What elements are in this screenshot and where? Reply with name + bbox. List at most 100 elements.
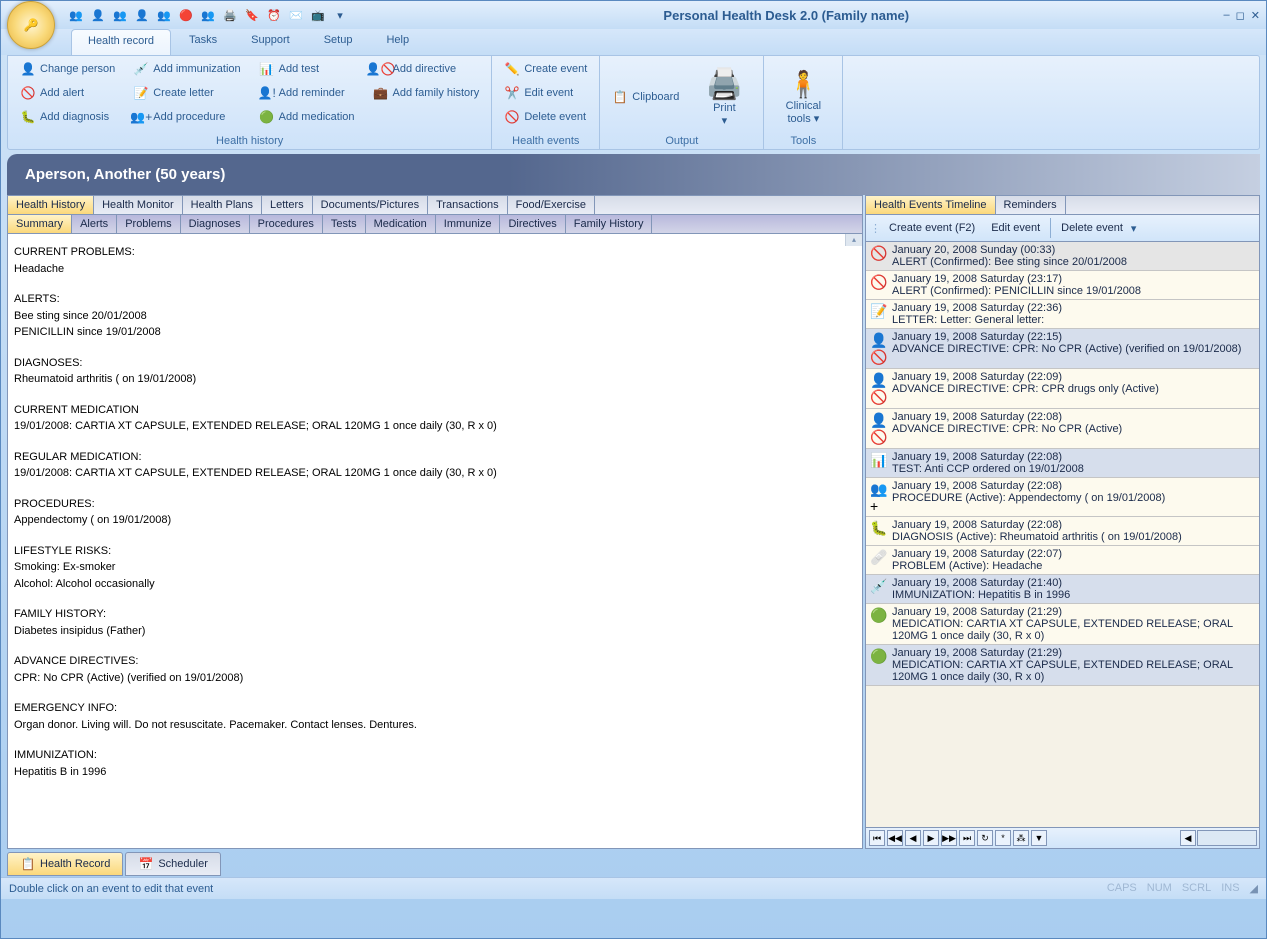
timeline-row[interactable]: 👤🚫January 19, 2008 Saturday (22:08)ADVAN…: [866, 409, 1259, 449]
sub-tab[interactable]: Immunize: [436, 215, 501, 233]
qat-icon[interactable]: ✉️: [287, 6, 305, 24]
scrollbar[interactable]: [845, 234, 862, 246]
nav-last-button[interactable]: ⏭: [959, 830, 975, 846]
summary-heading: IMMUNIZATION:: [14, 747, 856, 764]
nav-bookmark-button[interactable]: *: [995, 830, 1011, 846]
qat-icon[interactable]: 🖨️: [221, 6, 239, 24]
nav-filter-button[interactable]: ▼: [1031, 830, 1047, 846]
timeline-row[interactable]: 🚫January 19, 2008 Saturday (23:17)ALERT …: [866, 271, 1259, 300]
patient-header: Aperson, Another (50 years): [7, 154, 1260, 195]
reminder-icon: 👤!: [259, 85, 275, 101]
main-tab[interactable]: Transactions: [428, 196, 508, 214]
nav-scroll-left-button[interactable]: ◀: [1180, 830, 1196, 846]
statusbar: Double click on an event to edit that ev…: [1, 877, 1266, 899]
create-event-button[interactable]: Create event (F2): [881, 217, 983, 239]
toolbar-overflow-icon[interactable]: ▾: [1131, 222, 1137, 235]
group-label: Output: [608, 134, 755, 148]
ribbon-tab-health-record[interactable]: Health record: [71, 29, 171, 55]
summary-heading: REGULAR MEDICATION:: [14, 449, 856, 466]
create-letter-button[interactable]: 📝Create letter: [129, 83, 244, 103]
timeline-row[interactable]: 🚫January 20, 2008 Sunday (00:33)ALERT (C…: [866, 242, 1259, 271]
qat-icon[interactable]: ⏰: [265, 6, 283, 24]
tab-health-record[interactable]: 📋Health Record: [7, 852, 123, 876]
right-tab[interactable]: Health Events Timeline: [866, 196, 996, 214]
qat-icon[interactable]: 👥: [67, 6, 85, 24]
timeline-row[interactable]: 👤🚫January 19, 2008 Saturday (22:09)ADVAN…: [866, 369, 1259, 409]
record-navigator: ⏮ ◀◀ ◀ ▶ ▶▶ ⏭ ↻ * ⁂ ▼ ◀: [865, 828, 1260, 849]
nav-first-button[interactable]: ⏮: [869, 830, 885, 846]
timeline-row[interactable]: 🟢January 19, 2008 Saturday (21:29)MEDICA…: [866, 645, 1259, 686]
add-test-button[interactable]: 📊Add test: [255, 59, 359, 79]
app-menu-button[interactable]: 🔑: [7, 1, 55, 49]
nav-next-page-button[interactable]: ▶▶: [941, 830, 957, 846]
ribbon-tabs: Health record Tasks Support Setup Help: [1, 29, 1266, 55]
delete-event-button[interactable]: 🚫Delete event: [500, 107, 591, 127]
clinical-tools-button[interactable]: 🧍 Clinical tools ▾: [772, 59, 834, 134]
close-button[interactable]: ✕: [1251, 9, 1260, 22]
qat-icon[interactable]: 🔖: [243, 6, 261, 24]
timeline-row[interactable]: 👤🚫January 19, 2008 Saturday (22:15)ADVAN…: [866, 329, 1259, 369]
nav-prev-page-button[interactable]: ◀◀: [887, 830, 903, 846]
qat-icon[interactable]: 📺: [309, 6, 327, 24]
minimize-button[interactable]: –: [1224, 9, 1230, 22]
ribbon-tab-support[interactable]: Support: [235, 29, 306, 55]
delete-event-button[interactable]: Delete event: [1053, 217, 1131, 239]
timeline-row[interactable]: 📝January 19, 2008 Saturday (22:36)LETTER…: [866, 300, 1259, 329]
sub-tab[interactable]: Procedures: [250, 215, 323, 233]
timeline-row[interactable]: 🟢January 19, 2008 Saturday (21:29)MEDICA…: [866, 604, 1259, 645]
add-directive-button[interactable]: 👤🚫Add directive: [369, 59, 484, 79]
timeline-row[interactable]: 📊January 19, 2008 Saturday (22:08)TEST: …: [866, 449, 1259, 478]
main-tab[interactable]: Letters: [262, 196, 313, 214]
qat-icon[interactable]: 🔴: [177, 6, 195, 24]
event-text: January 19, 2008 Saturday (23:17)ALERT (…: [892, 273, 1255, 297]
clipboard-button[interactable]: 📋Clipboard: [608, 87, 683, 107]
create-event-button[interactable]: ✏️Create event: [500, 59, 591, 79]
main-tab[interactable]: Health History: [8, 196, 94, 214]
sub-tab[interactable]: Medication: [366, 215, 436, 233]
add-alert-button[interactable]: 🚫Add alert: [16, 83, 119, 103]
sub-tab[interactable]: Tests: [323, 215, 366, 233]
edit-event-button[interactable]: ✂️Edit event: [500, 83, 591, 103]
qat-icon[interactable]: 👥: [111, 6, 129, 24]
sub-tab[interactable]: Summary: [8, 215, 72, 233]
add-medication-button[interactable]: 🟢Add medication: [255, 107, 359, 127]
qat-dropdown-icon[interactable]: ▾: [331, 6, 349, 24]
sub-tab[interactable]: Alerts: [72, 215, 117, 233]
ribbon-tab-setup[interactable]: Setup: [308, 29, 369, 55]
nav-bookmark-all-button[interactable]: ⁂: [1013, 830, 1029, 846]
timeline-row[interactable]: 🐛January 19, 2008 Saturday (22:08)DIAGNO…: [866, 517, 1259, 546]
timeline-row[interactable]: 🩹January 19, 2008 Saturday (22:07)PROBLE…: [866, 546, 1259, 575]
maximize-button[interactable]: ◻: [1236, 9, 1245, 22]
timeline-row[interactable]: 💉January 19, 2008 Saturday (21:40)IMMUNI…: [866, 575, 1259, 604]
main-tab[interactable]: Health Monitor: [94, 196, 183, 214]
add-diagnosis-button[interactable]: 🐛Add diagnosis: [16, 107, 119, 127]
sub-tab[interactable]: Problems: [117, 215, 180, 233]
tab-scheduler[interactable]: 📅Scheduler: [125, 852, 221, 876]
right-tab[interactable]: Reminders: [996, 196, 1066, 214]
ribbon-tab-help[interactable]: Help: [370, 29, 425, 55]
resize-grip-icon[interactable]: ◢: [1250, 882, 1258, 895]
sub-tab[interactable]: Diagnoses: [181, 215, 250, 233]
sub-tab[interactable]: Family History: [566, 215, 653, 233]
add-immunization-button[interactable]: 💉Add immunization: [129, 59, 244, 79]
nav-prev-button[interactable]: ◀: [905, 830, 921, 846]
nav-next-button[interactable]: ▶: [923, 830, 939, 846]
ribbon-tab-tasks[interactable]: Tasks: [173, 29, 233, 55]
add-family-history-button[interactable]: 💼Add family history: [369, 83, 484, 103]
timeline-row[interactable]: 👥+January 19, 2008 Saturday (22:08)PROCE…: [866, 478, 1259, 517]
scrollbar-track[interactable]: [1197, 830, 1257, 846]
change-person-button[interactable]: 👤Change person: [16, 59, 119, 79]
main-tab[interactable]: Food/Exercise: [508, 196, 595, 214]
add-procedure-button[interactable]: 👥+Add procedure: [129, 107, 244, 127]
add-reminder-button[interactable]: 👤!Add reminder: [255, 83, 359, 103]
qat-icon[interactable]: 👥: [199, 6, 217, 24]
main-tab[interactable]: Documents/Pictures: [313, 196, 428, 214]
qat-icon[interactable]: 👥: [155, 6, 173, 24]
qat-icon[interactable]: 👤: [133, 6, 151, 24]
qat-icon[interactable]: 👤: [89, 6, 107, 24]
edit-event-button[interactable]: Edit event: [983, 217, 1048, 239]
sub-tab[interactable]: Directives: [500, 215, 565, 233]
nav-refresh-button[interactable]: ↻: [977, 830, 993, 846]
main-tab[interactable]: Health Plans: [183, 196, 262, 214]
print-button[interactable]: 🖨️ Print▾: [693, 59, 755, 134]
